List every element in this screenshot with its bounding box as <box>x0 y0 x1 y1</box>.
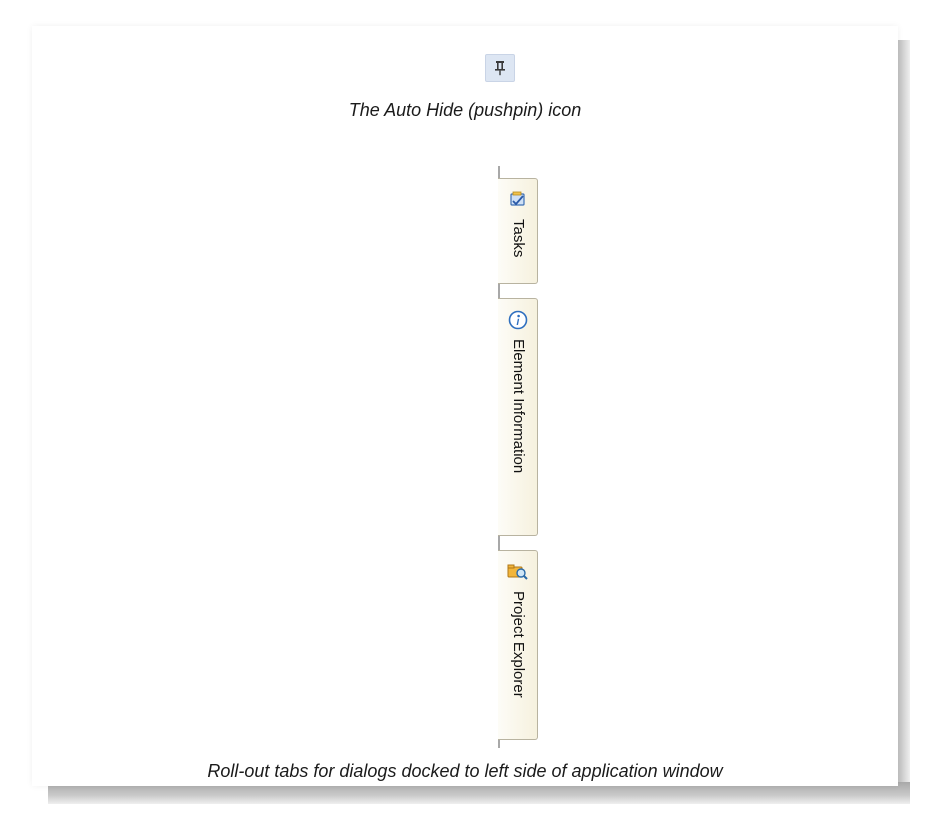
tab-project-explorer-label: Project Explorer <box>510 591 527 698</box>
roll-out-tabs-caption: Roll-out tabs for dialogs docked to left… <box>207 761 723 781</box>
figure-card: The Auto Hide (pushpin) icon Tasks Eleme… <box>32 26 898 786</box>
tab-element-information-label: Element Information <box>510 339 527 474</box>
pushpin-caption: The Auto Hide (pushpin) icon <box>348 100 582 120</box>
tab-tasks-label: Tasks <box>510 219 527 258</box>
tasks-icon <box>507 189 529 211</box>
tab-project-explorer[interactable]: Project Explorer <box>498 550 538 740</box>
tab-tasks[interactable]: Tasks <box>498 178 538 284</box>
pushpin-icon <box>495 61 505 76</box>
auto-hide-pushpin-button[interactable] <box>485 54 515 82</box>
tab-element-information[interactable]: Element Information <box>498 298 538 536</box>
project-explorer-icon <box>507 561 529 583</box>
info-icon <box>507 309 529 331</box>
